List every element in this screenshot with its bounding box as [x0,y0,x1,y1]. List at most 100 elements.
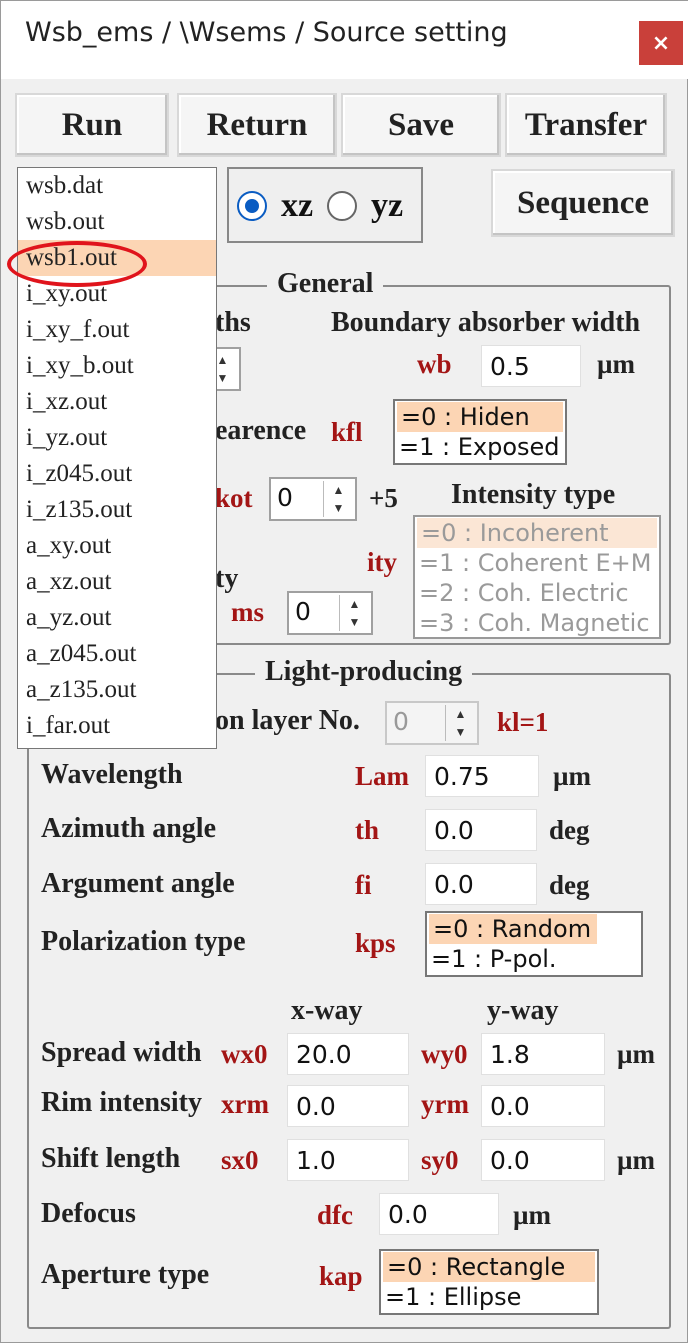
intensity-partial-label: ty [215,563,239,594]
general-title: General [267,268,384,300]
wavelength-input[interactable]: 0.75 [425,755,539,797]
defocus-unit: µm [513,1200,552,1230]
yz-label: yz [371,187,404,224]
widths-label: ths [215,307,251,338]
rim-x-input[interactable]: 0.0 [287,1085,409,1127]
argument-unit: deg [549,870,590,900]
spread-label: Spread width [41,1037,202,1068]
file-list-item[interactable]: i_xy_f.out [18,312,216,348]
kps-option-1[interactable]: =1 : P-pol. [427,944,597,974]
kot-spinner[interactable]: 0 ▲ ▼ [269,477,357,521]
kps-option-0[interactable]: =0 : Random [429,914,597,944]
window-title: Wsb_ems / \Wsems / Source setting [25,17,508,48]
wb-unit: µm [597,349,636,379]
run-button[interactable]: Run [15,93,169,157]
kfl-listbox[interactable]: =0 : Hiden =1 : Exposed [393,399,567,465]
save-button[interactable]: Save [341,93,501,157]
wb-input[interactable]: 0.5 [481,345,581,387]
ms-var: ms [231,597,264,627]
ms-value: 0 [295,597,311,626]
file-list-item[interactable]: wsb.out [18,204,216,240]
file-list-item[interactable]: i_z045.out [18,456,216,492]
dfc-var: dfc [317,1200,353,1230]
kfl-option-1[interactable]: =1 : Exposed [395,432,565,462]
file-list-item[interactable]: i_z135.out [18,492,216,528]
aperture-label: Aperture type [41,1259,210,1290]
file-list-item[interactable]: a_z135.out [18,672,216,708]
file-list-item[interactable]: a_xy.out [18,528,216,564]
kap-listbox[interactable]: =0 : Rectangle =1 : Ellipse [379,1249,599,1315]
kfl-var: kfl [331,417,363,447]
ms-spinner[interactable]: 0 ▲ ▼ [287,591,373,635]
spread-unit: µm [617,1039,656,1069]
y-way-header: y-way [487,995,559,1026]
x-way-header: x-way [291,995,363,1026]
ms-arrows[interactable]: ▲ ▼ [339,595,369,631]
ity-var: ity [367,547,397,577]
azimuth-unit: deg [549,815,590,845]
shift-label: Shift length [41,1143,181,1174]
transfer-button[interactable]: Transfer [505,93,667,157]
spread-x-input[interactable]: 20.0 [287,1033,409,1075]
kap-option-0[interactable]: =0 : Rectangle [383,1252,595,1282]
rim-label: Rim intensity [41,1087,202,1118]
layer-arrows: ▲ ▼ [445,705,475,741]
wavelength-unit: µm [553,761,592,791]
layer-label: on layer No. [215,705,360,736]
file-list-item[interactable]: a_xz.out [18,564,216,600]
lam-var: Lam [355,761,409,791]
file-list-item[interactable]: a_yz.out [18,600,216,636]
shift-unit: µm [617,1145,656,1175]
intensity-type-label: Intensity type [451,479,616,510]
file-list-item[interactable]: i_xy_b.out [18,348,216,384]
ity-listbox: =0 : Incoherent =1 : Coherent E+M =2 : C… [413,515,661,639]
ity-option-3: =3 : Coh. Magnetic [419,609,650,637]
file-list-item[interactable]: i_far.out [18,708,216,744]
shift-x-input[interactable]: 1.0 [287,1139,409,1181]
xz-radio[interactable] [237,191,267,221]
xz-label: xz [281,187,314,224]
ity-option-2: =2 : Coh. Electric [419,579,629,607]
rim-y-input[interactable]: 0.0 [481,1085,605,1127]
sy0-var: sy0 [421,1145,459,1175]
kfl-option-0[interactable]: =0 : Hiden [397,402,563,432]
yrm-var: yrm [421,1089,469,1119]
ity-option-0: =0 : Incoherent [417,518,657,548]
return-button[interactable]: Return [177,93,337,157]
layer-value: 0 [393,707,409,736]
azimuth-input[interactable]: 0.0 [425,809,537,851]
boundary-label: Boundary absorber width [331,307,641,338]
polarization-label: Polarization type [41,926,246,957]
sx0-var: sx0 [221,1145,259,1175]
source-setting-window: Wsb_ems / \Wsems / Source setting × Run … [0,0,688,1343]
highlight-annotation-ring [7,241,147,287]
spread-y-input[interactable]: 1.8 [481,1033,605,1075]
kot-var: kot [215,483,253,513]
ity-option-1: =1 : Coherent E+M [419,549,652,577]
kps-listbox[interactable]: =0 : Random =1 : P-pol. [425,911,643,977]
kps-var: kps [355,928,396,958]
wb-var: wb [417,349,452,379]
file-list-item[interactable]: a_z045.out [18,636,216,672]
wavelength-label: Wavelength [41,759,183,790]
argument-input[interactable]: 0.0 [425,863,537,905]
kot-value: 0 [277,483,293,512]
wx0-var: wx0 [221,1039,268,1069]
kot-arrows[interactable]: ▲ ▼ [323,481,353,517]
sequence-button[interactable]: Sequence [491,169,675,237]
light-producing-title: Light-producing [255,656,473,688]
defocus-input[interactable]: 0.0 [379,1193,499,1235]
shift-y-input[interactable]: 0.0 [481,1139,605,1181]
title-bar: Wsb_ems / \Wsems / Source setting × [1,1,688,79]
close-button[interactable]: × [639,21,683,65]
yz-radio[interactable] [327,191,357,221]
xrm-var: xrm [221,1089,269,1119]
kap-option-1[interactable]: =1 : Ellipse [381,1282,597,1312]
fi-var: fi [355,870,372,900]
kl-note: kl=1 [497,707,549,737]
file-list-item[interactable]: wsb.dat [18,168,216,204]
file-list-item[interactable]: i_yz.out [18,420,216,456]
kot-suffix: +5 [369,483,398,513]
plane-radio-group: xz yz [227,167,423,243]
file-list-item[interactable]: i_xz.out [18,384,216,420]
